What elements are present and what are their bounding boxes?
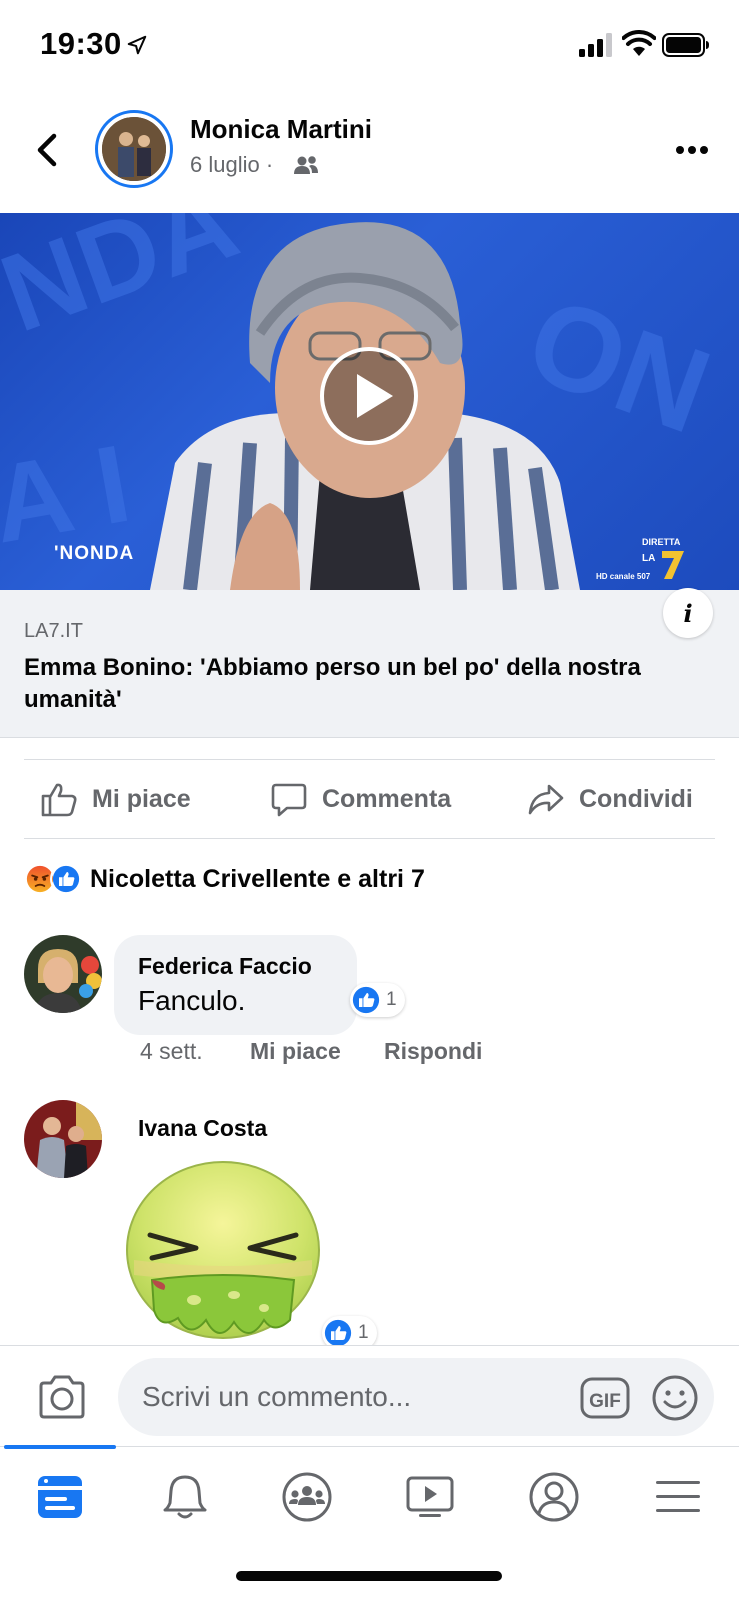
menu-icon bbox=[656, 1481, 700, 1512]
video-overlay-logo: 'NONDA bbox=[54, 543, 135, 564]
commenter-photo bbox=[24, 1100, 102, 1178]
link-domain: LA7.IT bbox=[24, 620, 83, 642]
watch-icon bbox=[406, 1476, 454, 1517]
home-indicator bbox=[236, 1571, 502, 1581]
divider bbox=[24, 838, 715, 839]
author-name[interactable]: Monica Martini bbox=[190, 114, 372, 145]
author-avatar[interactable] bbox=[95, 110, 173, 188]
channel-badge-la: LA bbox=[642, 553, 655, 564]
gif-button[interactable]: GIF bbox=[580, 1376, 630, 1420]
status-time: 19:30 bbox=[40, 26, 122, 61]
channel-badge: DIRETTA LA HD canale 507 bbox=[596, 537, 684, 581]
like-icon bbox=[352, 986, 380, 1014]
tab-watch[interactable] bbox=[395, 1467, 465, 1527]
comment-label: Commenta bbox=[322, 784, 452, 813]
nauseated-sticker bbox=[126, 1161, 320, 1339]
channel-badge-live: DIRETTA bbox=[642, 537, 681, 547]
comment-author[interactable]: Federica Faccio bbox=[138, 953, 312, 980]
gif-label: GIF bbox=[589, 1391, 621, 1412]
comment-composer: GIF bbox=[0, 1345, 739, 1445]
like-button[interactable]: Mi piace bbox=[40, 760, 191, 838]
tab-notifications[interactable] bbox=[150, 1467, 220, 1527]
svg-text:ON: ON bbox=[511, 272, 726, 459]
commenter-avatar[interactable] bbox=[24, 935, 102, 1013]
gif-icon: GIF bbox=[580, 1377, 630, 1419]
like-count-value: 1 bbox=[358, 1322, 369, 1343]
like-count-value: 1 bbox=[386, 989, 397, 1010]
emoji-icon[interactable] bbox=[651, 1374, 699, 1422]
share-icon bbox=[528, 784, 564, 815]
reactions-text: Nicoletta Crivellente e altri 7 bbox=[90, 864, 425, 893]
play-icon[interactable] bbox=[319, 346, 419, 446]
post-date[interactable]: 6 luglio · bbox=[190, 152, 273, 178]
battery-icon bbox=[662, 33, 709, 57]
share-button[interactable]: Condividi bbox=[527, 760, 693, 838]
more-options-icon[interactable] bbox=[674, 138, 710, 162]
link-title[interactable]: Emma Bonino: 'Abbiamo perso un bel po' d… bbox=[24, 652, 664, 716]
comment-like-button[interactable]: Mi piace bbox=[250, 1038, 341, 1065]
like-icon bbox=[50, 863, 82, 895]
tab-news-feed[interactable] bbox=[25, 1467, 95, 1527]
share-label: Condividi bbox=[579, 784, 693, 813]
active-tab-indicator bbox=[4, 1445, 116, 1449]
channel-badge-hd: HD canale 507 bbox=[596, 572, 651, 581]
link-preview[interactable]: i LA7.IT Emma Bonino: 'Abbiamo perso un … bbox=[0, 588, 739, 738]
comment-time: 4 sett. bbox=[140, 1038, 203, 1064]
like-icon bbox=[324, 1319, 352, 1347]
comment-text: Fanculo. bbox=[138, 985, 246, 1016]
back-arrow-icon[interactable] bbox=[30, 128, 66, 172]
svg-text:NDA: NDA bbox=[0, 213, 252, 356]
bell-icon bbox=[163, 1475, 207, 1519]
tab-menu[interactable] bbox=[643, 1467, 713, 1527]
tab-bar bbox=[0, 1445, 739, 1600]
post-actions: Mi piace Commenta Condividi bbox=[0, 760, 739, 838]
profile-icon bbox=[529, 1472, 579, 1522]
comment-icon bbox=[271, 783, 307, 817]
info-button[interactable]: i bbox=[663, 588, 713, 638]
status-bar: 19:30 bbox=[0, 0, 739, 90]
thumbs-up-icon bbox=[41, 783, 77, 817]
comment-like-count[interactable]: 1 bbox=[350, 983, 405, 1017]
groups-icon bbox=[282, 1472, 332, 1522]
tab-groups[interactable] bbox=[272, 1467, 342, 1527]
tab-profile[interactable] bbox=[519, 1467, 589, 1527]
reactions-summary[interactable]: Nicoletta Crivellente e altri 7 bbox=[24, 862, 425, 896]
comment-button[interactable]: Commenta bbox=[270, 760, 451, 838]
camera-icon[interactable] bbox=[36, 1374, 88, 1420]
author-avatar-photo bbox=[102, 117, 166, 181]
wifi-icon bbox=[622, 30, 656, 56]
comment-reply-button[interactable]: Rispondi bbox=[384, 1038, 482, 1065]
video-player[interactable]: NDA ON A I 'NONDA DIRETTA LA HD canale 5… bbox=[0, 213, 739, 590]
comment-author[interactable]: Ivana Costa bbox=[138, 1115, 267, 1142]
post-header: Monica Martini 6 luglio · bbox=[0, 100, 739, 200]
like-label: Mi piace bbox=[92, 784, 191, 813]
friends-icon bbox=[294, 156, 318, 174]
commenter-avatar[interactable] bbox=[24, 1100, 102, 1178]
location-arrow-icon bbox=[127, 35, 147, 55]
commenter-photo bbox=[24, 935, 102, 1013]
signal-icon bbox=[579, 33, 612, 57]
news-feed-icon bbox=[38, 1476, 82, 1518]
